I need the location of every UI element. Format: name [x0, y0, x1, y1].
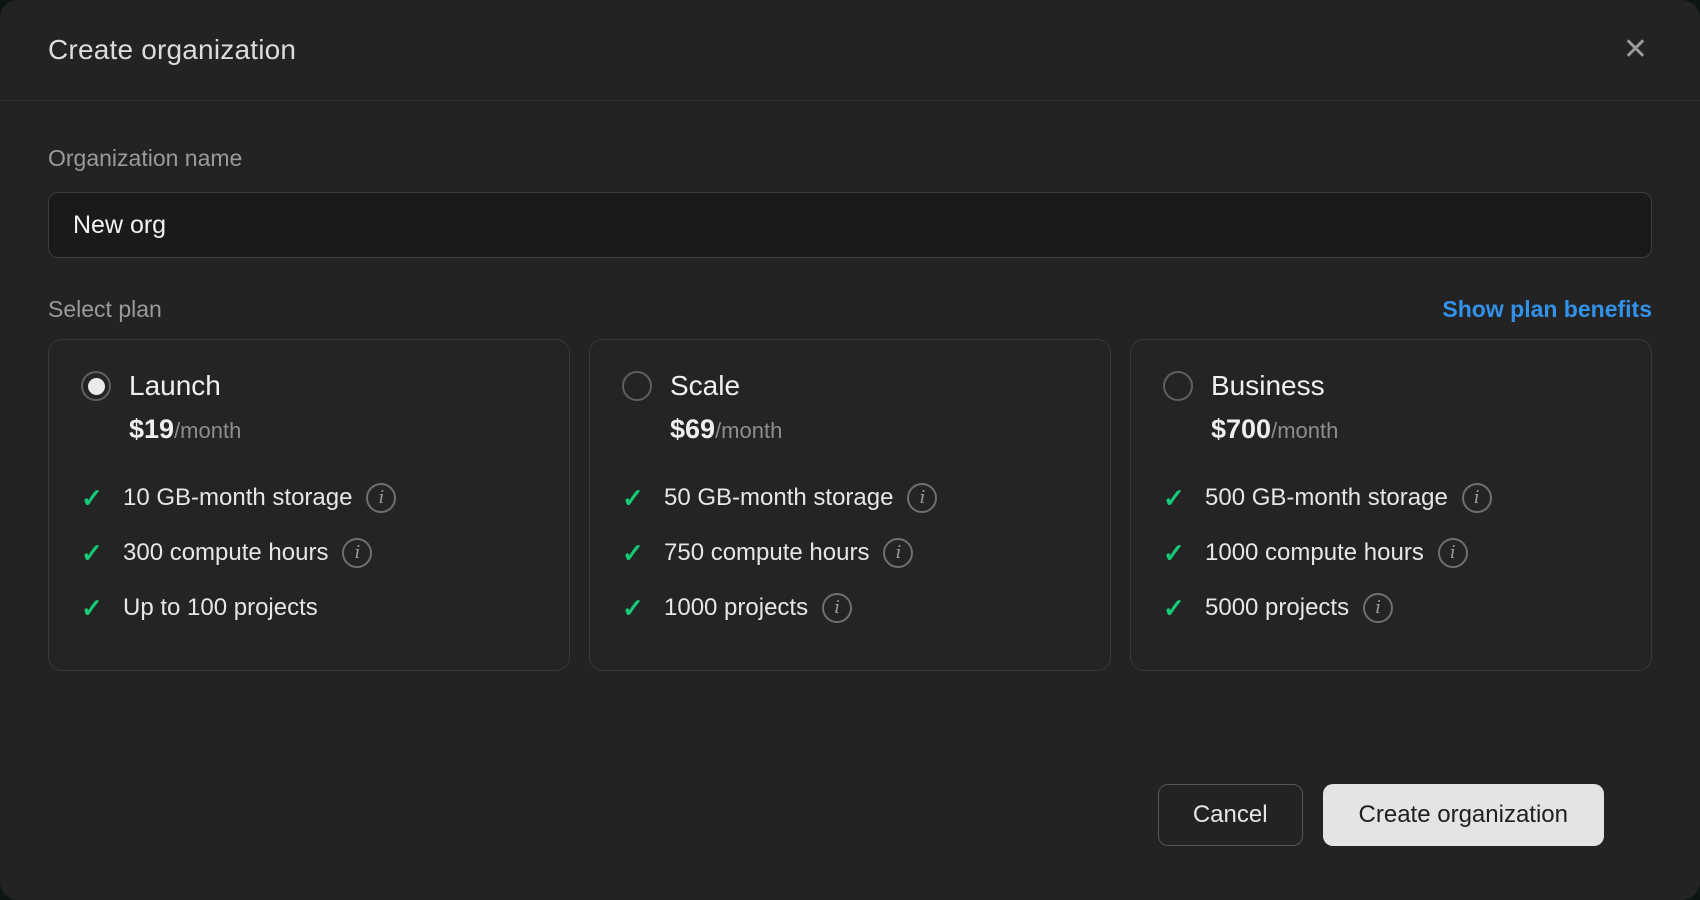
plan-feature: ✓ 50 GB-month storage i	[622, 481, 1078, 515]
plan-price: $19	[129, 414, 174, 445]
plan-radio[interactable]	[81, 371, 111, 401]
create-organization-button[interactable]: Create organization	[1323, 784, 1604, 846]
dialog-header: Create organization ✕	[0, 0, 1700, 101]
info-icon[interactable]: i	[822, 593, 852, 623]
feature-text: 500 GB-month storage	[1205, 484, 1448, 512]
check-icon: ✓	[81, 593, 109, 624]
check-icon: ✓	[622, 593, 650, 624]
plan-feature: ✓ 300 compute hours i	[81, 536, 537, 570]
plan-card-launch[interactable]: Launch $19 /month ✓ 10 GB-month storage …	[48, 339, 570, 671]
close-icon[interactable]: ✕	[1619, 31, 1652, 69]
plan-price-row: $19 /month	[129, 414, 537, 445]
feature-text: 5000 projects	[1205, 594, 1349, 622]
show-plan-benefits-link[interactable]: Show plan benefits	[1442, 296, 1652, 323]
check-icon: ✓	[1163, 593, 1191, 624]
plan-card-business[interactable]: Business $700 /month ✓ 500 GB-month stor…	[1130, 339, 1652, 671]
check-icon: ✓	[1163, 538, 1191, 569]
select-plan-label: Select plan	[48, 296, 162, 323]
plan-features: ✓ 50 GB-month storage i ✓ 750 compute ho…	[622, 481, 1078, 625]
info-icon[interactable]: i	[342, 538, 372, 568]
dialog-footer: Cancel Create organization	[48, 784, 1652, 846]
plan-feature: ✓ 5000 projects i	[1163, 591, 1619, 625]
feature-text: 1000 projects	[664, 594, 808, 622]
feature-text: 10 GB-month storage	[123, 484, 352, 512]
check-icon: ✓	[81, 538, 109, 569]
check-icon: ✓	[622, 538, 650, 569]
feature-text: 750 compute hours	[664, 539, 869, 567]
dialog-body: Organization name Select plan Show plan …	[0, 101, 1700, 846]
select-plan-row: Select plan Show plan benefits	[48, 296, 1652, 323]
plan-radio[interactable]	[622, 371, 652, 401]
info-icon[interactable]: i	[907, 483, 937, 513]
plan-features: ✓ 500 GB-month storage i ✓ 1000 compute …	[1163, 481, 1619, 625]
plan-period: /month	[1271, 418, 1338, 444]
feature-text: 300 compute hours	[123, 539, 328, 567]
plan-price: $700	[1211, 414, 1271, 445]
plan-price: $69	[670, 414, 715, 445]
info-icon[interactable]: i	[1438, 538, 1468, 568]
org-name-label: Organization name	[48, 145, 1652, 172]
info-icon[interactable]: i	[883, 538, 913, 568]
plan-card-scale[interactable]: Scale $69 /month ✓ 50 GB-month storage i…	[589, 339, 1111, 671]
plan-name: Scale	[670, 370, 740, 402]
check-icon: ✓	[1163, 483, 1191, 514]
check-icon: ✓	[622, 483, 650, 514]
plan-price-row: $69 /month	[670, 414, 1078, 445]
plan-period: /month	[715, 418, 782, 444]
plan-cards: Launch $19 /month ✓ 10 GB-month storage …	[48, 339, 1652, 671]
plan-name: Launch	[129, 370, 221, 402]
plan-feature: ✓ 10 GB-month storage i	[81, 481, 537, 515]
info-icon[interactable]: i	[1462, 483, 1492, 513]
plan-feature: ✓ Up to 100 projects i	[81, 591, 537, 625]
plan-feature: ✓ 1000 projects i	[622, 591, 1078, 625]
cancel-button[interactable]: Cancel	[1158, 784, 1303, 846]
feature-text: 1000 compute hours	[1205, 539, 1424, 567]
plan-price-row: $700 /month	[1211, 414, 1619, 445]
check-icon: ✓	[81, 483, 109, 514]
org-name-input[interactable]	[48, 192, 1652, 258]
info-icon[interactable]: i	[366, 483, 396, 513]
create-organization-dialog: Create organization ✕ Organization name …	[0, 0, 1700, 900]
plan-feature: ✓ 500 GB-month storage i	[1163, 481, 1619, 515]
feature-text: 50 GB-month storage	[664, 484, 893, 512]
feature-text: Up to 100 projects	[123, 594, 318, 622]
plan-radio[interactable]	[1163, 371, 1193, 401]
radio-dot	[88, 378, 105, 395]
info-icon[interactable]: i	[1363, 593, 1393, 623]
plan-feature: ✓ 1000 compute hours i	[1163, 536, 1619, 570]
plan-name: Business	[1211, 370, 1325, 402]
plan-period: /month	[174, 418, 241, 444]
plan-features: ✓ 10 GB-month storage i ✓ 300 compute ho…	[81, 481, 537, 625]
plan-feature: ✓ 750 compute hours i	[622, 536, 1078, 570]
dialog-title: Create organization	[48, 34, 296, 66]
